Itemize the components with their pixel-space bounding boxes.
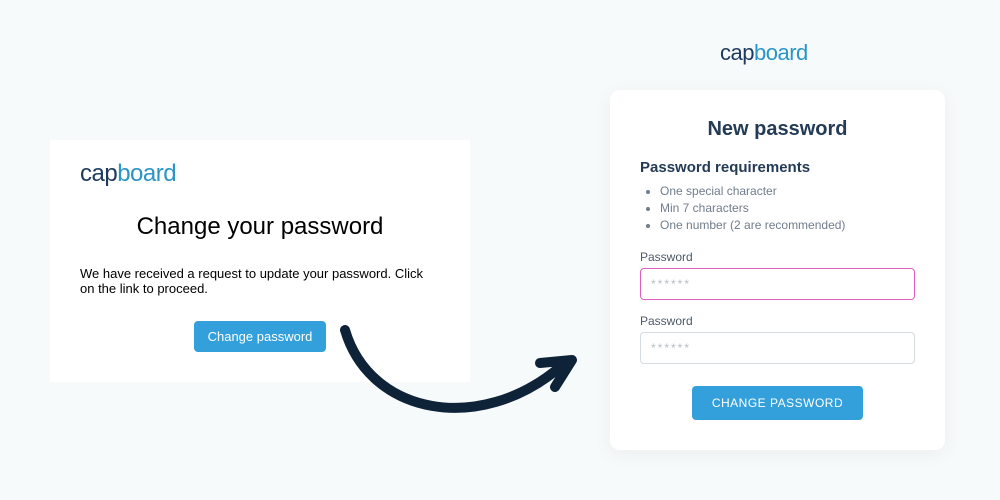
logo-part2: board bbox=[117, 160, 176, 187]
requirements-title: Password requirements bbox=[640, 159, 915, 176]
requirements-list: One special character Min 7 characters O… bbox=[640, 184, 915, 232]
email-body: We have received a request to update you… bbox=[80, 266, 440, 296]
email-title: Change your password bbox=[80, 213, 440, 241]
change-password-submit-button[interactable]: CHANGE PASSWORD bbox=[692, 386, 863, 420]
change-password-link-button[interactable]: Change password bbox=[194, 321, 327, 352]
logo: capboard bbox=[80, 160, 440, 188]
logo: capboard bbox=[720, 40, 808, 66]
new-password-card: New password Password requirements One s… bbox=[610, 90, 945, 450]
form-title: New password bbox=[640, 118, 915, 141]
requirement-item: One number (2 are recommended) bbox=[660, 218, 915, 232]
password-input-2[interactable] bbox=[640, 332, 915, 364]
requirement-item: Min 7 characters bbox=[660, 201, 915, 215]
flow-arrow-icon bbox=[330, 325, 585, 475]
requirement-item: One special character bbox=[660, 184, 915, 198]
password-label-2: Password bbox=[640, 314, 915, 328]
logo-part1: cap bbox=[720, 40, 754, 65]
password-label-1: Password bbox=[640, 250, 915, 264]
logo-part1: cap bbox=[80, 160, 117, 187]
password-input-1[interactable] bbox=[640, 268, 915, 300]
logo-part2: board bbox=[754, 40, 808, 65]
